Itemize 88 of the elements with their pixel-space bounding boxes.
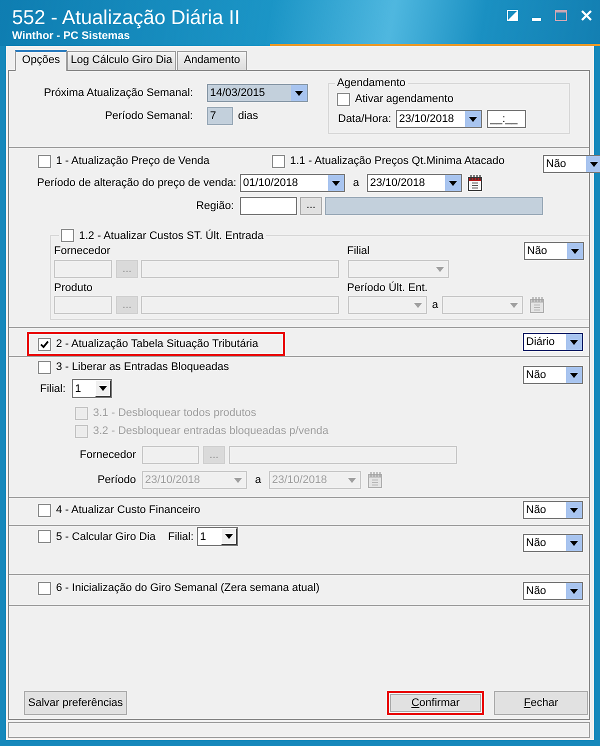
close-icon[interactable] <box>581 10 592 21</box>
field-label: Fornecedor <box>78 449 136 461</box>
window-subtitle: Winthor - PC Sistemas <box>12 30 131 43</box>
checkbox[interactable] <box>38 338 51 350</box>
field-label: a <box>432 299 440 311</box>
field-label: Região: <box>195 200 234 212</box>
checkbox[interactable] <box>337 92 350 106</box>
text-field[interactable] <box>240 196 297 214</box>
checkbox-label: 3.1 - Desbloquear todos produtos <box>93 407 256 419</box>
field-label: Data/Hora: <box>338 113 392 125</box>
text-field[interactable] <box>54 296 112 314</box>
number-field[interactable]: 7 <box>207 107 233 125</box>
dropdown[interactable]: Não <box>523 501 583 519</box>
checkbox[interactable] <box>38 530 51 543</box>
dropdown[interactable]: Não <box>523 534 583 552</box>
caret-icon <box>348 478 356 482</box>
date-field[interactable]: 23/10/2018 <box>396 110 482 128</box>
field-label: Período Últ. Ent. <box>347 282 429 294</box>
caret-icon <box>570 588 578 594</box>
date-field[interactable] <box>442 296 523 314</box>
time-field[interactable]: __:__ <box>487 110 526 128</box>
checkbox-label: 6 - Inicialização do Giro Semanal (Zera semana atual) <box>56 582 320 594</box>
maximize-icon[interactable] <box>555 10 567 21</box>
field-label: Período de alteração do preço de venda: <box>37 177 237 189</box>
dropdown[interactable]: Não <box>543 155 600 173</box>
checkbox-label: 5 - Calcular Giro Dia <box>56 530 156 542</box>
caret-icon <box>436 266 444 272</box>
caret-icon <box>571 248 579 254</box>
caret-icon <box>570 340 578 344</box>
calendar-icon[interactable] <box>466 174 484 192</box>
tab[interactable]: Andamento <box>177 51 247 70</box>
caret-icon <box>590 162 598 166</box>
checkbox-label: 3 - Liberar as Entradas Bloqueadas <box>56 361 230 373</box>
field-label: Filial <box>347 245 371 257</box>
field-label: a <box>353 177 360 189</box>
caret-icon <box>570 508 578 512</box>
caret-icon <box>225 534 233 539</box>
window-title: 552 - Atualização Diária II <box>12 6 240 30</box>
field-label: Filial: <box>168 530 195 542</box>
dropdown[interactable]: Não <box>523 582 583 600</box>
checkbox-label: 2 - Atualização Tabela Situação Tributária <box>56 338 258 350</box>
lookup-button[interactable]: ... <box>300 196 322 214</box>
checkbox[interactable] <box>38 154 51 168</box>
field-label: Período <box>96 474 136 486</box>
caret-icon <box>570 372 578 378</box>
date-field[interactable]: 01/10/2018 <box>240 174 345 192</box>
caret-icon <box>469 116 477 122</box>
checkbox-label: 1 - Atualização Preço de Venda <box>56 155 210 167</box>
caret-icon <box>449 180 457 186</box>
date-field[interactable] <box>348 296 427 314</box>
group-title: Agendamento <box>336 77 406 89</box>
tab[interactable]: Opções <box>15 50 67 71</box>
text-field[interactable] <box>229 446 457 464</box>
field-label: Próxima Atualização Semanal: <box>42 87 193 99</box>
field-label: Filial: <box>40 382 67 394</box>
button[interactable]: Confirmar <box>387 691 484 715</box>
dropdown[interactable]: Diário <box>523 333 583 351</box>
checkbox-label: 3.2 - Desbloquear entradas bloqueadas p/venda <box>93 425 328 437</box>
caret-icon <box>234 478 242 482</box>
checkbox-label: 1.2 - Atualizar Custos ST. Últ. Entrada <box>79 230 264 242</box>
checkbox-label: 1.1 - Atualização Preços Qt.Minima Atacado <box>290 155 505 167</box>
date-field[interactable]: 14/03/2015 <box>207 84 308 102</box>
dropdown[interactable]: 1 <box>197 527 238 546</box>
checkbox[interactable] <box>38 582 51 594</box>
checkbox[interactable] <box>38 504 51 516</box>
field-label: Produto <box>54 282 94 294</box>
text-field[interactable] <box>141 260 339 278</box>
caret-icon <box>510 302 518 308</box>
checkbox-label: 4 - Atualizar Custo Financeiro <box>56 504 200 516</box>
half-square-icon[interactable] <box>507 10 518 21</box>
button[interactable]: Fechar <box>494 691 588 715</box>
date-field[interactable]: 23/10/2018 <box>367 174 462 192</box>
text-field[interactable] <box>141 296 339 314</box>
field-label: Fornecedor <box>54 245 112 257</box>
caret-icon <box>295 90 303 96</box>
tab[interactable]: Log Cálculo Giro Dia <box>67 51 176 70</box>
button[interactable]: Salvar preferências <box>24 691 127 715</box>
text-field[interactable] <box>325 196 543 214</box>
dropdown[interactable] <box>348 260 449 278</box>
caret-icon <box>570 540 578 546</box>
field-label: a <box>255 474 262 486</box>
caret-icon <box>332 180 340 186</box>
checkbox-label: Ativar agendamento <box>355 93 454 105</box>
caret-icon <box>414 302 422 308</box>
checkbox[interactable] <box>272 154 285 168</box>
caret-icon <box>99 386 107 391</box>
field-label: Período Semanal: <box>104 110 193 122</box>
field-label: dias <box>238 110 260 122</box>
